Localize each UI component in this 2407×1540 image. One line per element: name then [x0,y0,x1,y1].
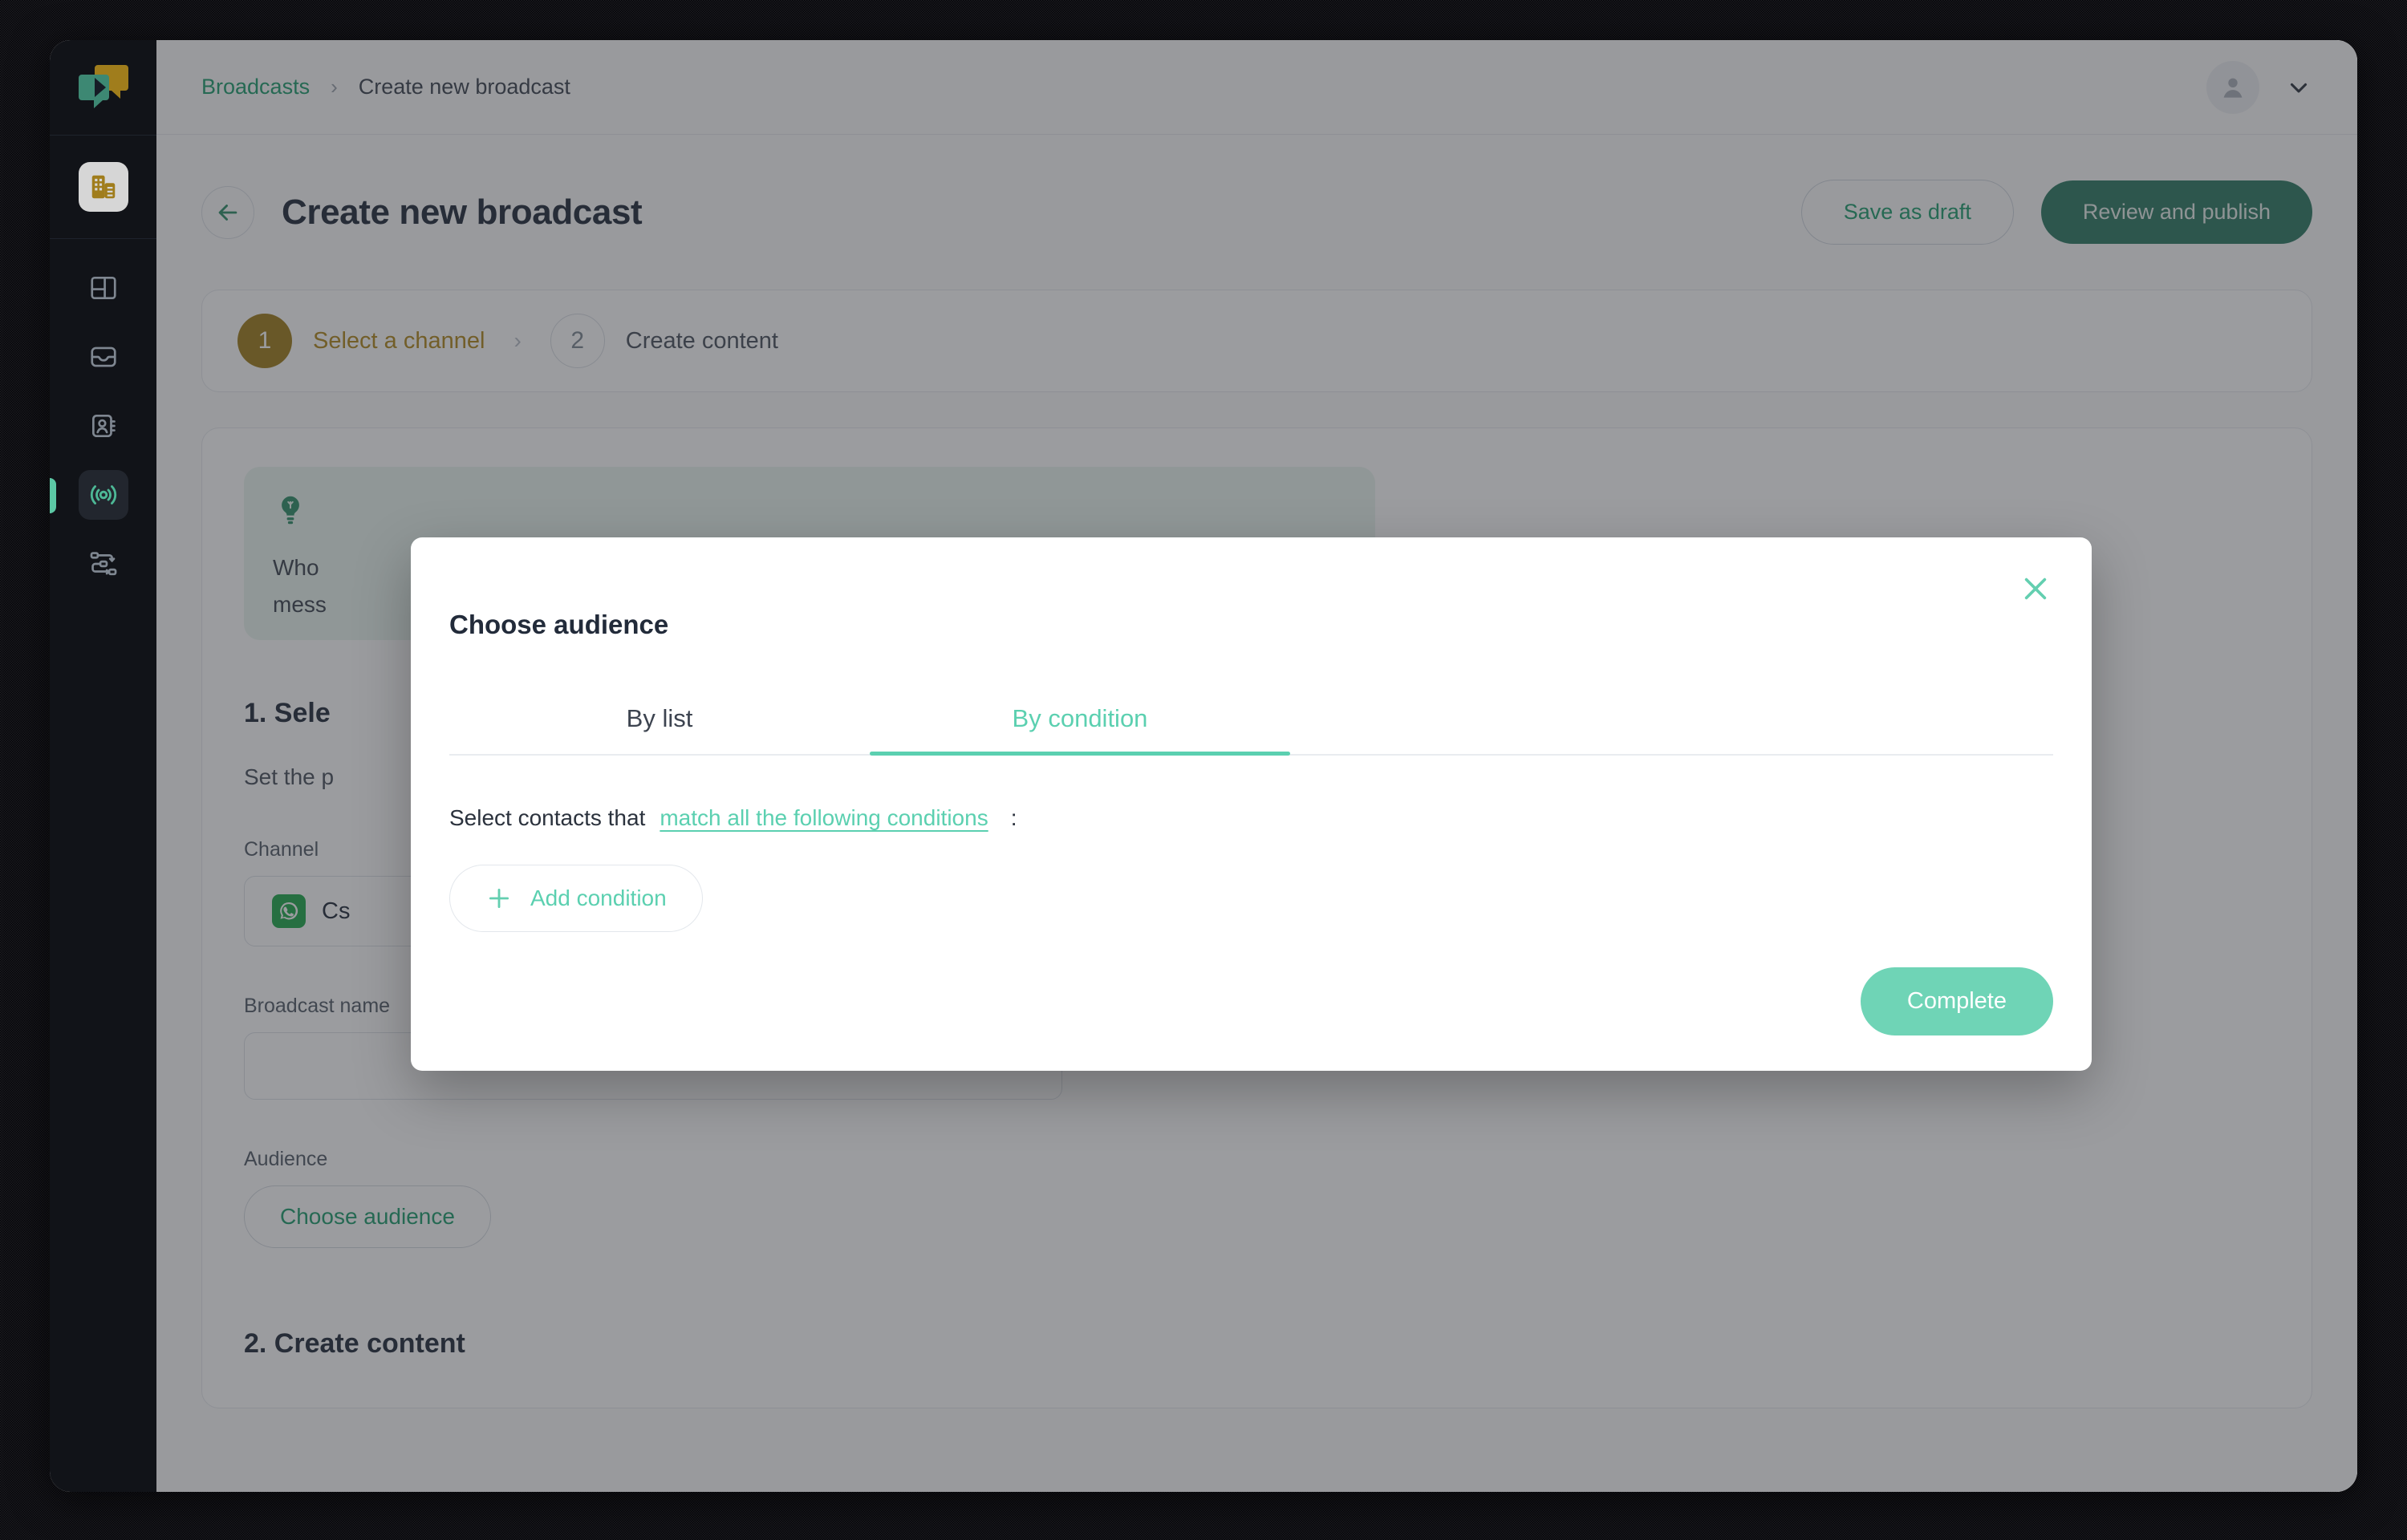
inbox-icon [90,346,116,367]
condition-match-mode-link[interactable]: match all the following conditions [660,805,988,831]
contacts-icon [91,414,116,438]
sidebar-item-dashboard[interactable] [79,263,128,313]
condition-colon: : [1010,805,1017,830]
add-condition-button[interactable]: Add condition [449,865,703,932]
close-icon [2024,578,2047,600]
broadcast-icon [90,485,116,505]
audience-tabs: By list By condition [449,693,2053,756]
sidebar-item-contacts[interactable] [79,401,128,451]
complete-button[interactable]: Complete [1860,967,2053,1035]
choose-audience-modal: Choose audience By list By condition Sel… [411,537,2092,1071]
add-condition-label: Add condition [530,886,667,910]
sidebar-item-broadcasts[interactable] [50,470,128,520]
app-window: Broadcasts › Create new broadcast Create… [50,40,2357,1492]
plus-icon [489,888,509,909]
workspace-building-icon [91,175,115,199]
sidebar-divider-bottom [50,238,156,239]
sidebar-item-workflows[interactable] [79,539,128,589]
sidebar-workspace-switcher[interactable] [50,136,156,238]
chat-bubbles-logo-icon [78,65,128,108]
modal-title: Choose audience [449,610,669,639]
workflow-icon [90,552,116,576]
workspace-tile[interactable] [78,162,128,212]
tab-by-list[interactable]: By list [449,693,870,754]
sidebar [50,40,156,1492]
condition-prefix-label: Select contacts that [449,805,646,830]
sidebar-item-inbox[interactable] [79,332,128,382]
close-button[interactable] [2013,566,2058,611]
condition-matcher-row: Select contacts that match all the follo… [449,805,2053,831]
page-content: Broadcasts › Create new broadcast Create… [156,40,2357,1492]
sidebar-nav [50,263,156,589]
tab-by-condition[interactable]: By condition [870,693,1290,754]
dashboard-grid-icon [90,276,116,300]
app-logo[interactable] [50,40,156,135]
